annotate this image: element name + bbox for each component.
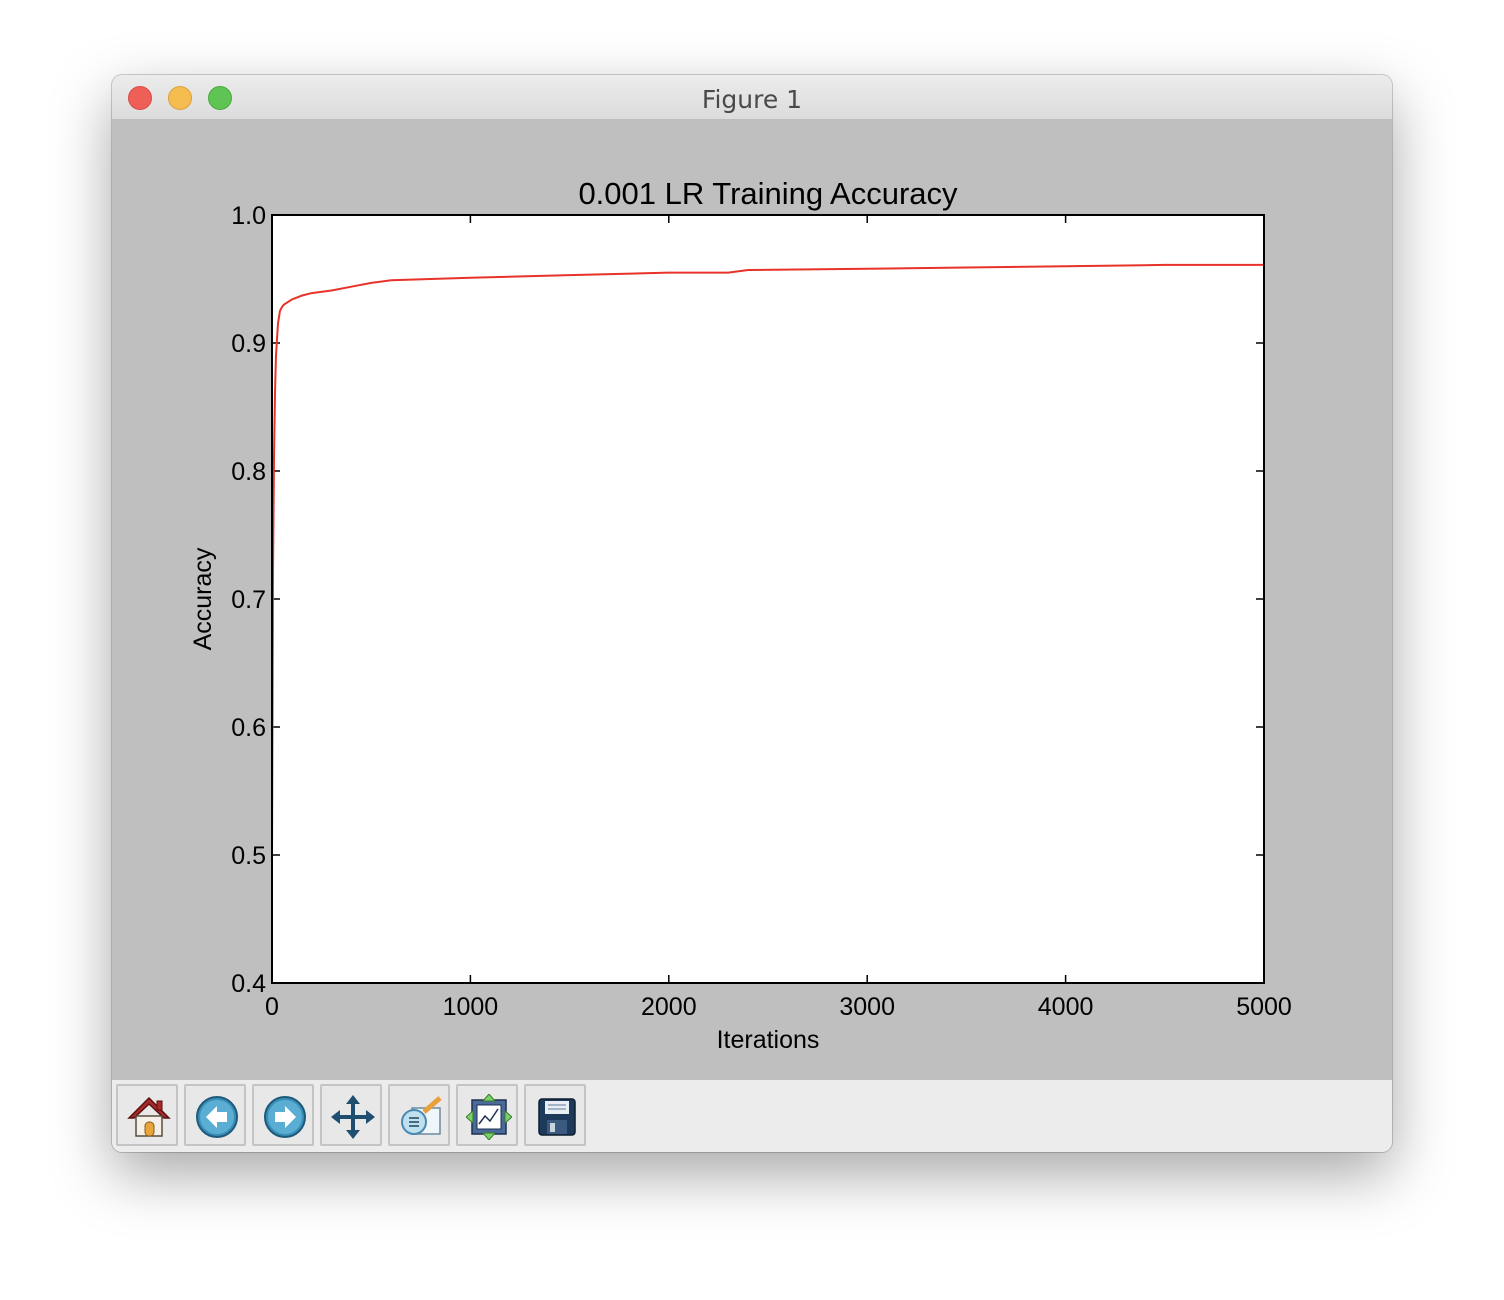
save-button[interactable] <box>524 1084 586 1146</box>
y-tick-label: 0.5 <box>231 842 266 870</box>
x-tick-label: 1000 <box>443 993 499 1021</box>
x-tick-label: 0 <box>265 993 279 1021</box>
window-title: Figure 1 <box>701 85 803 114</box>
subplots-icon <box>466 1094 512 1140</box>
back-arrow-icon <box>196 1096 238 1138</box>
figure-canvas: 0 1000 2000 3000 4000 5000 0.4 0.5 0.6 0.7 0.8 0.9 1… <box>112 120 1392 1080</box>
zoom-button[interactable] <box>388 1084 450 1146</box>
forward-button[interactable] <box>252 1084 314 1146</box>
y-tick-label: 0.9 <box>231 330 266 358</box>
home-icon <box>127 1096 171 1137</box>
x-tick-label: 3000 <box>839 993 895 1021</box>
move-icon <box>331 1095 375 1139</box>
back-button[interactable] <box>184 1084 246 1146</box>
zoom-rect-icon <box>401 1096 442 1135</box>
subplots-button[interactable] <box>456 1084 518 1146</box>
x-tick-label: 2000 <box>641 993 697 1021</box>
pan-button[interactable] <box>320 1084 382 1146</box>
figure-window: Figure 1 0 1000 2000 3000 4000 5000 0.4 0.5 0.6 0… <box>112 75 1392 1152</box>
y-tick-label: 0.6 <box>231 714 266 742</box>
navigation-toolbar <box>112 1080 1392 1152</box>
y-tick-label: 0.7 <box>231 586 266 614</box>
y-tick-label: 1.0 <box>231 202 266 230</box>
y-axis-label: Accuracy <box>189 547 217 650</box>
line-chart: 0 1000 2000 3000 4000 5000 0.4 0.5 0.6 0.7 0.8 0.9 1… <box>112 120 1392 1080</box>
forward-arrow-icon <box>264 1096 306 1138</box>
y-tick-label: 0.4 <box>231 970 266 998</box>
chart-title: 0.001 LR Training Accuracy <box>578 176 958 211</box>
title-bar: Figure 1 <box>112 75 1392 120</box>
y-tick-label: 0.8 <box>231 458 266 486</box>
x-axis-label: Iterations <box>717 1026 820 1054</box>
plot-area <box>272 215 1264 983</box>
x-tick-label: 4000 <box>1038 993 1094 1021</box>
x-tick-label: 5000 <box>1236 993 1292 1021</box>
floppy-disk-icon <box>538 1098 576 1136</box>
home-button[interactable] <box>116 1084 178 1146</box>
